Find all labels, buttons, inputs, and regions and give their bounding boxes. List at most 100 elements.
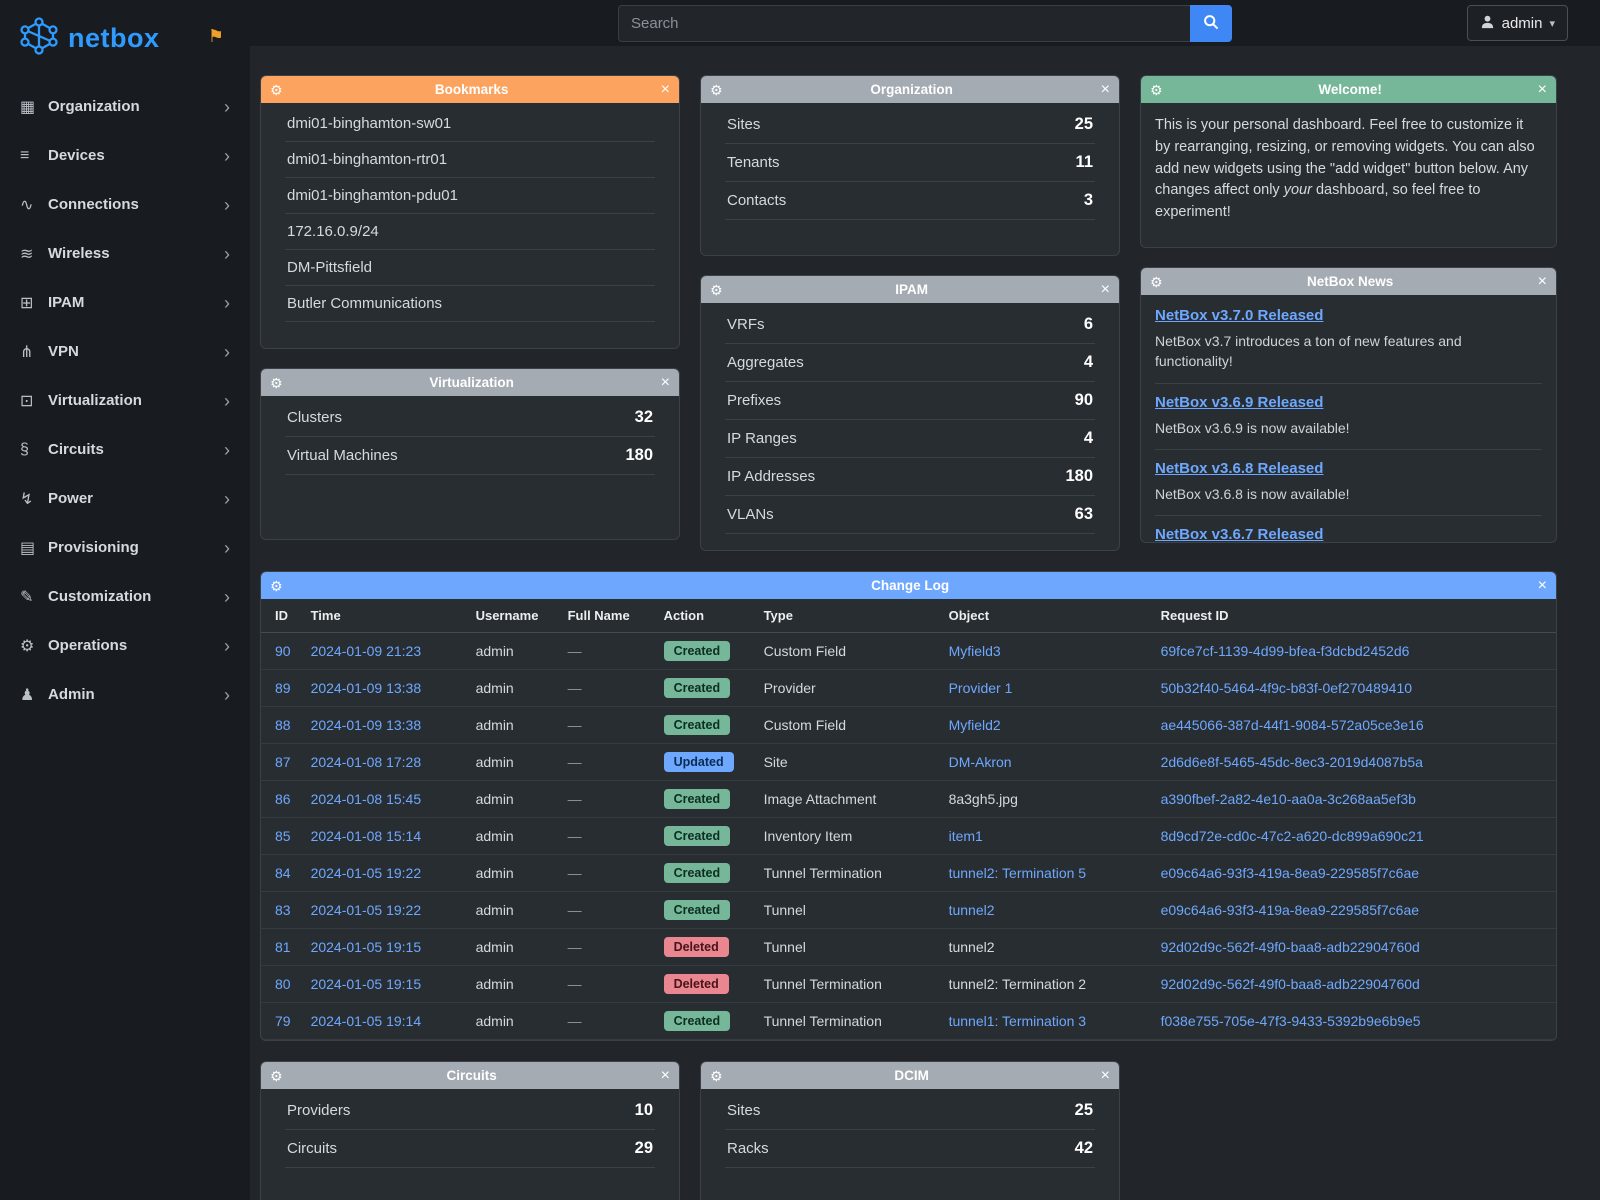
widget-close-icon[interactable]: × (661, 82, 670, 98)
change-time-link[interactable]: 2024-01-08 15:14 (311, 828, 422, 844)
change-id-link[interactable]: 85 (275, 828, 291, 844)
change-id-link[interactable]: 81 (275, 939, 291, 955)
sidebar-item[interactable]: ⋔ VPN › (0, 327, 250, 376)
change-time-link[interactable]: 2024-01-08 15:45 (311, 791, 422, 807)
change-object[interactable]: tunnel1: Termination 3 (949, 1013, 1087, 1029)
sidebar-item[interactable]: § Circuits › (0, 425, 250, 474)
bookmark-item[interactable]: 172.16.0.9/24 (285, 214, 655, 250)
search-button[interactable] (1190, 5, 1232, 42)
user-menu[interactable]: admin ▾ (1467, 5, 1568, 41)
stat-row[interactable]: Aggregates 4 (725, 344, 1095, 382)
bookmark-item[interactable]: Butler Communications (285, 286, 655, 322)
change-id-link[interactable]: 90 (275, 643, 291, 659)
request-id-link[interactable]: e09c64a6-93f3-419a-8ea9-229585f7c6ae (1161, 902, 1419, 918)
change-id-link[interactable]: 86 (275, 791, 291, 807)
sidebar-item[interactable]: ▤ Provisioning › (0, 523, 250, 572)
bookmark-item[interactable]: DM-Pittsfield (285, 250, 655, 286)
widget-close-icon[interactable]: × (1538, 82, 1547, 98)
widget-close-icon[interactable]: × (1101, 82, 1110, 98)
sidebar-item[interactable]: ≋ Wireless › (0, 229, 250, 278)
change-object[interactable]: Myfield2 (949, 717, 1001, 733)
request-id-link[interactable]: 69fce7cf-1139-4d99-bfea-f3dcbd2452d6 (1161, 643, 1410, 659)
change-id-link[interactable]: 79 (275, 1013, 291, 1029)
stat-row[interactable]: Contacts 3 (725, 182, 1095, 220)
bookmark-item[interactable]: dmi01-binghamton-rtr01 (285, 142, 655, 178)
change-object[interactable]: tunnel2 (949, 902, 995, 918)
request-id-link[interactable]: e09c64a6-93f3-419a-8ea9-229585f7c6ae (1161, 865, 1419, 881)
widget-config-icon[interactable]: ⚙ (710, 83, 723, 97)
change-time-link[interactable]: 2024-01-05 19:22 (311, 902, 422, 918)
widget-config-icon[interactable]: ⚙ (1150, 83, 1163, 97)
stat-row[interactable]: Circuits 29 (285, 1130, 655, 1168)
request-id-link[interactable]: 8d9cd72e-cd0c-47c2-a620-dc899a690c21 (1161, 828, 1424, 844)
stat-row[interactable]: VRFs 6 (725, 306, 1095, 344)
change-time-link[interactable]: 2024-01-09 13:38 (311, 717, 422, 733)
change-time-link[interactable]: 2024-01-05 19:22 (311, 865, 422, 881)
change-time-link[interactable]: 2024-01-05 19:15 (311, 976, 422, 992)
stat-row[interactable]: Racks 42 (725, 1130, 1095, 1168)
news-link[interactable]: NetBox v3.6.9 Released (1155, 394, 1323, 411)
stat-row[interactable]: Providers 10 (285, 1092, 655, 1130)
bookmark-item[interactable]: dmi01-binghamton-sw01 (285, 106, 655, 142)
widget-close-icon[interactable]: × (1538, 274, 1547, 290)
stat-row[interactable]: Tenants 11 (725, 144, 1095, 182)
change-time-link[interactable]: 2024-01-08 17:28 (311, 754, 422, 770)
widget-config-icon[interactable]: ⚙ (270, 579, 283, 593)
change-object[interactable]: tunnel2 (949, 939, 995, 955)
change-object[interactable]: DM-Akron (949, 754, 1012, 770)
widget-close-icon[interactable]: × (661, 375, 670, 391)
stat-row[interactable]: IP Ranges 4 (725, 420, 1095, 458)
stat-row[interactable]: IP Addresses 180 (725, 458, 1095, 496)
request-id-link[interactable]: ae445066-387d-44f1-9084-572a05ce3e16 (1161, 717, 1424, 733)
change-id-link[interactable]: 87 (275, 754, 291, 770)
request-id-link[interactable]: 92d02d9c-562f-49f0-baa8-adb22904760d (1161, 939, 1420, 955)
change-time-link[interactable]: 2024-01-09 13:38 (311, 680, 422, 696)
request-id-link[interactable]: 2d6d6e8f-5465-45dc-8ec3-2019d4087b5a (1161, 754, 1423, 770)
news-link[interactable]: NetBox v3.6.8 Released (1155, 460, 1323, 477)
widget-config-icon[interactable]: ⚙ (710, 283, 723, 297)
change-time-link[interactable]: 2024-01-05 19:15 (311, 939, 422, 955)
sidebar-item[interactable]: ∿ Connections › (0, 180, 250, 229)
change-id-link[interactable]: 88 (275, 717, 291, 733)
stat-row[interactable]: Prefixes 90 (725, 382, 1095, 420)
change-time-link[interactable]: 2024-01-05 19:14 (311, 1013, 422, 1029)
request-id-link[interactable]: 50b32f40-5464-4f9c-b83f-0ef270489410 (1161, 680, 1412, 696)
sidebar-item[interactable]: ↯ Power › (0, 474, 250, 523)
widget-config-icon[interactable]: ⚙ (1150, 275, 1163, 289)
widget-close-icon[interactable]: × (661, 1068, 670, 1084)
sidebar-item[interactable]: ⊞ IPAM › (0, 278, 250, 327)
sidebar-item[interactable]: ♟ Admin › (0, 670, 250, 719)
change-time-link[interactable]: 2024-01-09 21:23 (311, 643, 422, 659)
stat-row[interactable]: Sites 25 (725, 106, 1095, 144)
sidebar-item[interactable]: ⊡ Virtualization › (0, 376, 250, 425)
widget-close-icon[interactable]: × (1538, 578, 1547, 594)
sidebar-item[interactable]: ▦ Organization › (0, 82, 250, 131)
stat-row[interactable]: Sites 25 (725, 1092, 1095, 1130)
change-object[interactable]: Provider 1 (949, 680, 1013, 696)
bookmark-item[interactable]: dmi01-binghamton-pdu01 (285, 178, 655, 214)
widget-close-icon[interactable]: × (1101, 282, 1110, 298)
sidebar-item[interactable]: ✎ Customization › (0, 572, 250, 621)
widget-close-icon[interactable]: × (1101, 1068, 1110, 1084)
flag-icon[interactable]: ⚑ (208, 26, 224, 47)
change-id-link[interactable]: 89 (275, 680, 291, 696)
request-id-link[interactable]: f038e755-705e-47f3-9433-5392b9e6b9e5 (1161, 1013, 1421, 1029)
change-object[interactable]: Myfield3 (949, 643, 1001, 659)
stat-row[interactable]: Clusters 32 (285, 399, 655, 437)
change-object[interactable]: tunnel2: Termination 5 (949, 865, 1087, 881)
change-object[interactable]: 8a3gh5.jpg (949, 791, 1018, 807)
request-id-link[interactable]: 92d02d9c-562f-49f0-baa8-adb22904760d (1161, 976, 1420, 992)
change-id-link[interactable]: 83 (275, 902, 291, 918)
request-id-link[interactable]: a390fbef-2a82-4e10-aa0a-3c268aa5ef3b (1161, 791, 1416, 807)
news-link[interactable]: NetBox v3.7.0 Released (1155, 307, 1323, 324)
change-object[interactable]: tunnel2: Termination 2 (949, 976, 1087, 992)
stat-row[interactable]: VLANs 63 (725, 496, 1095, 534)
change-object[interactable]: item1 (949, 828, 983, 844)
news-link[interactable]: NetBox v3.6.7 Released (1155, 526, 1323, 543)
stat-row[interactable]: Virtual Machines 180 (285, 437, 655, 475)
change-id-link[interactable]: 84 (275, 865, 291, 881)
widget-config-icon[interactable]: ⚙ (270, 1069, 283, 1083)
widget-config-icon[interactable]: ⚙ (710, 1069, 723, 1083)
sidebar-item[interactable]: ≡ Devices › (0, 131, 250, 180)
widget-config-icon[interactable]: ⚙ (270, 376, 283, 390)
